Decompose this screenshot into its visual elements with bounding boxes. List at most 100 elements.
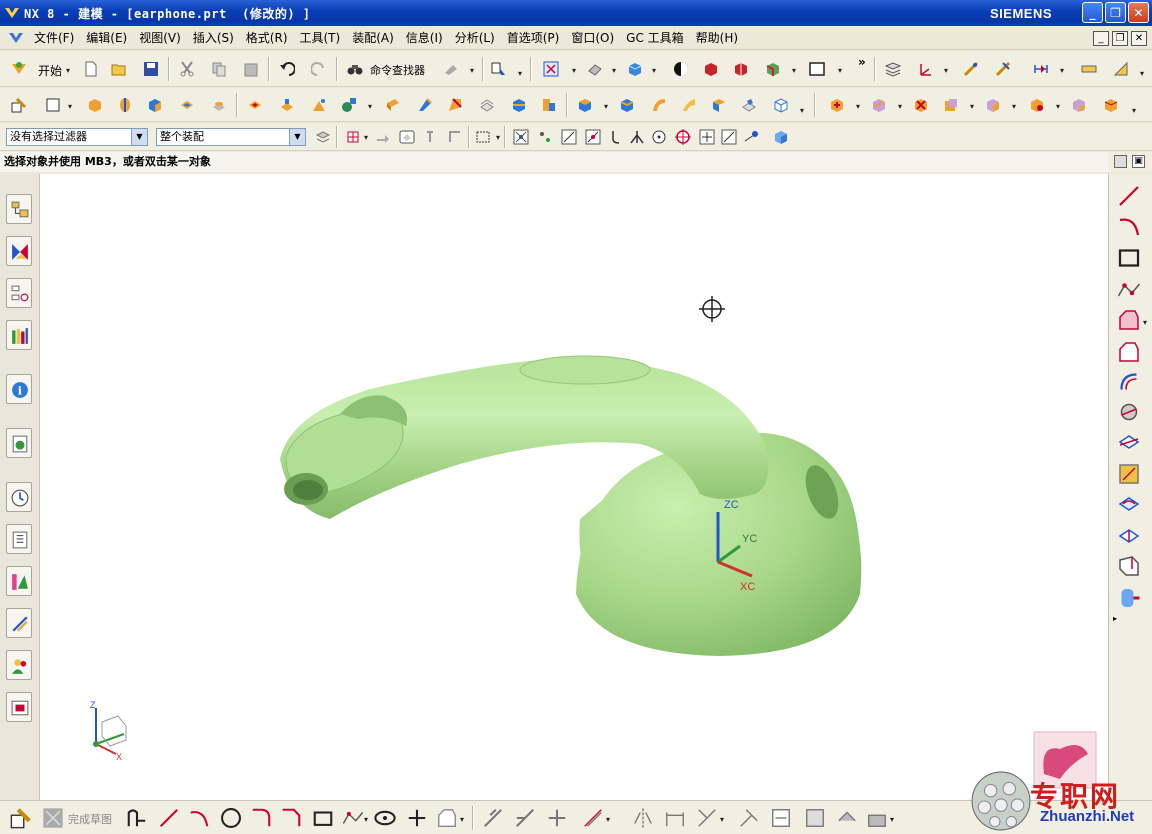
point-icon[interactable]: [406, 807, 428, 829]
selection-tool-icon[interactable]: [488, 58, 510, 80]
clip-section-icon[interactable]: [762, 58, 784, 80]
command-finder-button[interactable]: 命令查找器: [370, 62, 425, 78]
auto-constrain-icon[interactable]: [738, 807, 760, 829]
existing-point-icon[interactable]: [696, 126, 718, 148]
pattern-feature-icon[interactable]: [338, 94, 360, 116]
move-face-icon[interactable]: [826, 94, 848, 116]
inferred-constraints-icon[interactable]: [866, 807, 888, 829]
sweep-icon[interactable]: [648, 94, 670, 116]
trim-body-icon[interactable]: [476, 94, 498, 116]
alternate-solution-icon[interactable]: [836, 807, 858, 829]
system-scenes-icon[interactable]: [6, 692, 32, 722]
menu-assembly[interactable]: 装配(A): [346, 29, 400, 46]
menu-file[interactable]: 文件(F): [28, 29, 80, 46]
shell-icon[interactable]: [382, 94, 404, 116]
undo-icon[interactable]: [276, 58, 298, 80]
dimension-sketch-icon[interactable]: [664, 807, 686, 829]
fillet-icon[interactable]: [250, 807, 272, 829]
snap-settings-icon[interactable]: [534, 126, 556, 148]
end-point-icon[interactable]: [558, 126, 580, 148]
offset-face-icon[interactable]: [308, 94, 330, 116]
curve-on-surface-icon[interactable]: [1117, 492, 1141, 516]
full-screen-icon[interactable]: ▣: [1132, 155, 1145, 168]
pad-icon[interactable]: [244, 94, 266, 116]
finish-sketch-icon[interactable]: [42, 807, 64, 829]
studio-spline-icon[interactable]: [1117, 278, 1141, 302]
wrap-curve-icon[interactable]: [1117, 554, 1141, 578]
synchronous-icon[interactable]: [1100, 94, 1122, 116]
constraint-icon[interactable]: [696, 807, 718, 829]
close-button[interactable]: ✕: [1128, 2, 1149, 23]
manufacturing-wizard-icon[interactable]: [6, 608, 32, 638]
menu-analysis[interactable]: 分析(L): [449, 29, 501, 46]
intersection-point-icon[interactable]: [626, 126, 648, 148]
show-constraints-icon[interactable]: [770, 807, 792, 829]
mid-point-icon[interactable]: [582, 126, 604, 148]
start-button[interactable]: 开始: [38, 62, 62, 79]
menu-view[interactable]: 视图(V): [133, 29, 187, 46]
sketch-icon[interactable]: [8, 94, 30, 116]
point-on-face-icon[interactable]: [740, 126, 762, 148]
system-materials-icon[interactable]: [6, 524, 32, 554]
split-body-icon[interactable]: [508, 94, 530, 116]
toolbar-more-icon[interactable]: ▸: [1113, 614, 1117, 623]
menu-edit[interactable]: 编辑(E): [80, 29, 133, 46]
visual-settings-icon[interactable]: [806, 58, 828, 80]
background-icon[interactable]: [670, 58, 692, 80]
hd3d-tools-icon[interactable]: i: [6, 374, 32, 404]
menu-insert[interactable]: 插入(S): [187, 29, 240, 46]
helix-icon[interactable]: [1117, 586, 1141, 610]
pull-face-icon[interactable]: [868, 94, 890, 116]
touch-mode-icon[interactable]: [440, 58, 462, 80]
save-icon[interactable]: [140, 58, 162, 80]
ellipse-icon[interactable]: [374, 807, 396, 829]
sketch-line-icon[interactable]: [158, 807, 180, 829]
assembly-selection-icon[interactable]: [312, 126, 334, 148]
graphics-window[interactable]: ZC YC XC Z X: [40, 174, 1108, 800]
menu-information[interactable]: 信息(I): [400, 29, 449, 46]
color-cube-icon[interactable]: [770, 126, 792, 148]
resource-bar-icon[interactable]: [1114, 155, 1127, 168]
reuse-library-icon[interactable]: [1068, 94, 1090, 116]
paste-icon[interactable]: [240, 58, 262, 80]
menu-format[interactable]: 格式(R): [240, 29, 294, 46]
restore-button[interactable]: ❐: [1105, 2, 1126, 23]
quick-trim-icon[interactable]: [482, 807, 504, 829]
body-selection-icon[interactable]: [396, 126, 418, 148]
boss-icon[interactable]: [208, 94, 230, 116]
thicken-icon[interactable]: [616, 94, 638, 116]
earphone-model[interactable]: ZC YC XC Z X: [40, 174, 1108, 800]
edit-section-icon[interactable]: [730, 58, 752, 80]
ruler-icon[interactable]: [1078, 58, 1100, 80]
sketch-chamfer-icon[interactable]: [280, 807, 302, 829]
block-icon[interactable]: [144, 94, 166, 116]
polygon-icon[interactable]: [436, 807, 458, 829]
wireframe-cube-icon[interactable]: [770, 94, 792, 116]
sketch-arc-icon[interactable]: [188, 807, 210, 829]
offset-curve-icon[interactable]: [1117, 308, 1141, 332]
point-on-curve-icon[interactable]: [718, 126, 740, 148]
cut-icon[interactable]: [176, 58, 198, 80]
menu-gc-toolkit[interactable]: GC 工具箱: [620, 29, 690, 46]
isoparametric-curve-icon[interactable]: [1117, 524, 1141, 548]
process-studio-icon[interactable]: [6, 566, 32, 596]
arc-icon[interactable]: [1117, 214, 1141, 238]
drafting-icon[interactable]: [1110, 58, 1132, 80]
delete-face-icon[interactable]: [910, 94, 932, 116]
toolbar-overflow-icon[interactable]: »: [858, 55, 866, 69]
extrude-icon[interactable]: [84, 94, 106, 116]
roles-icon[interactable]: [6, 650, 32, 680]
extract-curve-icon[interactable]: [1117, 462, 1141, 486]
convert-reference-icon[interactable]: [804, 807, 826, 829]
menu-tools[interactable]: 工具(T): [294, 29, 347, 46]
minimize-button[interactable]: _: [1082, 2, 1103, 23]
wcs-icon[interactable]: [914, 58, 936, 80]
snap-point-icon[interactable]: [510, 126, 532, 148]
label-chamfer-icon[interactable]: [1026, 94, 1048, 116]
resize-blend-icon[interactable]: [982, 94, 1004, 116]
chamfer-icon[interactable]: [444, 94, 466, 116]
face-blend-icon[interactable]: [738, 94, 760, 116]
constraint-navigator-icon[interactable]: [6, 236, 32, 266]
control-point-icon[interactable]: [604, 126, 626, 148]
sketch-task-icon[interactable]: [10, 807, 32, 829]
